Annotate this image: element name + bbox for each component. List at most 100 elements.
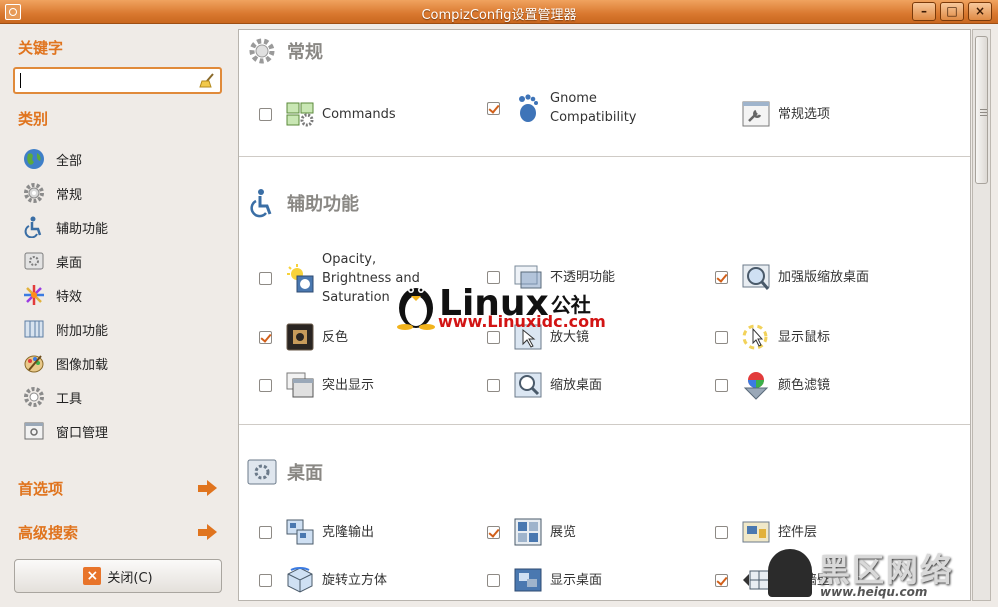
heiqu-watermark-url: www.heiqu.com — [820, 585, 928, 599]
plugin-checkbox[interactable] — [487, 573, 500, 587]
plugin-checkbox[interactable] — [259, 272, 272, 285]
close-button-label: 关闭(C) — [107, 570, 153, 586]
preferences-link[interactable]: 首选项 — [18, 476, 218, 500]
clear-search-icon[interactable] — [199, 72, 216, 89]
close-window-button[interactable]: × — [968, 2, 992, 21]
group-title-text: 常规 — [287, 42, 323, 63]
plugin-label: 控件层 — [778, 524, 818, 540]
highlight-icon — [284, 369, 316, 401]
plugin-enhanced-zoom[interactable]: 加强版缩放桌面 — [715, 261, 869, 293]
plugin-show-desktop[interactable]: 显示桌面 — [487, 564, 602, 596]
plugin-label: 克隆输出 — [322, 524, 375, 540]
sidebar-item-label: 窗口管理 — [56, 425, 109, 441]
sidebar-item-label: 特效 — [56, 289, 83, 305]
heiqu-logo-icon — [768, 549, 812, 597]
group-title-text: 桌面 — [287, 463, 323, 484]
sidebar-item-extras[interactable]: 附加功能 — [22, 316, 108, 342]
sidebar-item-window-management[interactable]: 窗口管理 — [22, 418, 108, 444]
sidebar-item-image-loading[interactable]: 图像加载 — [22, 350, 108, 376]
group-title-general: 常规 — [247, 36, 323, 66]
group-divider — [239, 424, 970, 425]
group-divider — [239, 156, 970, 157]
plugin-checkbox[interactable] — [715, 525, 728, 539]
plugin-checkbox[interactable] — [715, 573, 728, 587]
arrow-right-icon — [198, 524, 218, 540]
plugin-checkbox[interactable] — [487, 378, 500, 392]
plugin-checkbox[interactable] — [259, 378, 272, 392]
plugin-label: 展览 — [550, 524, 577, 540]
plugin-expo[interactable]: 展览 — [487, 516, 576, 548]
plugin-gnome-compatibility[interactable]: Gnome Compatibility — [487, 89, 637, 127]
plugin-checkbox[interactable] — [715, 270, 728, 284]
plugin-checkbox[interactable] — [487, 525, 500, 539]
plugin-label: 加强版缩放桌面 — [778, 269, 870, 285]
plugin-label: 显示桌面 — [550, 572, 603, 588]
accessibility-icon — [22, 215, 46, 239]
gear-icon — [22, 181, 46, 205]
sidebar-item-label: 桌面 — [56, 255, 83, 271]
grip-line — [980, 115, 987, 116]
effects-icon — [22, 283, 46, 307]
sidebar-item-label: 常规 — [56, 187, 83, 203]
plugin-checkbox[interactable] — [715, 330, 728, 344]
sidebar-item-general[interactable]: 常规 — [22, 180, 82, 206]
widget-layer-icon — [740, 516, 772, 548]
zoom-desktop-icon — [512, 369, 544, 401]
commands-icon — [284, 98, 316, 130]
plugin-general-options[interactable]: 常规选项 — [715, 98, 830, 130]
clone-output-icon — [284, 516, 316, 548]
sidebar-item-effects[interactable]: 特效 — [22, 282, 82, 308]
text-cursor — [20, 73, 21, 88]
search-input[interactable] — [13, 67, 222, 94]
plugin-checkbox[interactable] — [487, 330, 500, 344]
preferences-label: 首选项 — [18, 479, 64, 498]
sidebar-item-label: 辅助功能 — [56, 221, 109, 237]
advanced-search-label: 高级搜索 — [18, 523, 79, 542]
heiqu-watermark: 黑区网络 www.heiqu.com — [768, 545, 993, 603]
sidebar-item-utility[interactable]: 工具 — [22, 384, 82, 410]
sidebar-item-desktop[interactable]: 桌面 — [22, 248, 82, 274]
title-bar: CompizConfig设置管理器 – □ × — [0, 0, 998, 24]
sidebar-item-label: 附加功能 — [56, 323, 109, 339]
sidebar-item-label: 工具 — [56, 391, 83, 407]
group-title-accessibility: 辅助功能 — [247, 188, 359, 218]
close-button[interactable]: × 关闭(C) — [14, 559, 222, 593]
sidebar-item-all[interactable]: 全部 — [22, 146, 82, 172]
category-heading: 类别 — [18, 110, 49, 128]
plugin-checkbox[interactable] — [715, 378, 728, 392]
advanced-search-link[interactable]: 高级搜索 — [18, 520, 218, 544]
general-options-icon — [740, 98, 772, 130]
vertical-scrollbar[interactable] — [972, 29, 991, 601]
minimize-button[interactable]: – — [912, 2, 936, 21]
plugin-checkbox[interactable] — [259, 573, 272, 587]
accessibility-icon — [247, 188, 277, 218]
keyword-heading: 关键字 — [18, 39, 64, 57]
plugin-checkbox[interactable] — [259, 525, 272, 539]
plugin-highlight[interactable]: 突出显示 — [259, 369, 374, 401]
plugin-checkbox[interactable] — [487, 101, 500, 115]
plugin-label: 显示鼠标 — [778, 329, 831, 345]
plugin-checkbox[interactable] — [259, 330, 272, 344]
plugin-color-filter[interactable]: 颜色滤镜 — [715, 369, 830, 401]
plugin-checkbox[interactable] — [259, 107, 272, 121]
grip-line — [980, 109, 987, 110]
plugin-label: 反色 — [322, 329, 349, 345]
plugin-label: Gnome Compatibility — [550, 91, 637, 125]
plugin-show-mouse[interactable]: 显示鼠标 — [715, 321, 830, 353]
scrollbar-thumb[interactable] — [975, 36, 988, 184]
maximize-button[interactable]: □ — [940, 2, 964, 21]
sidebar-item-label: 图像加载 — [56, 357, 109, 373]
plugin-rotate-cube[interactable]: 旋转立方体 — [259, 564, 387, 596]
plugin-clone-output[interactable]: 克隆输出 — [259, 516, 374, 548]
close-icon: × — [83, 567, 102, 585]
plugin-zoom-desktop[interactable]: 缩放桌面 — [487, 369, 602, 401]
plugin-negative[interactable]: 反色 — [259, 321, 348, 353]
gear-icon — [247, 36, 277, 66]
plugin-commands[interactable]: Commands — [259, 98, 396, 130]
window-management-icon — [22, 419, 46, 443]
plugin-widget-layer[interactable]: 控件层 — [715, 516, 817, 548]
sidebar-item-accessibility[interactable]: 辅助功能 — [22, 214, 108, 240]
plugin-label: 缩放桌面 — [550, 377, 603, 393]
plugin-label: 旋转立方体 — [322, 572, 388, 588]
utility-icon — [22, 385, 46, 409]
